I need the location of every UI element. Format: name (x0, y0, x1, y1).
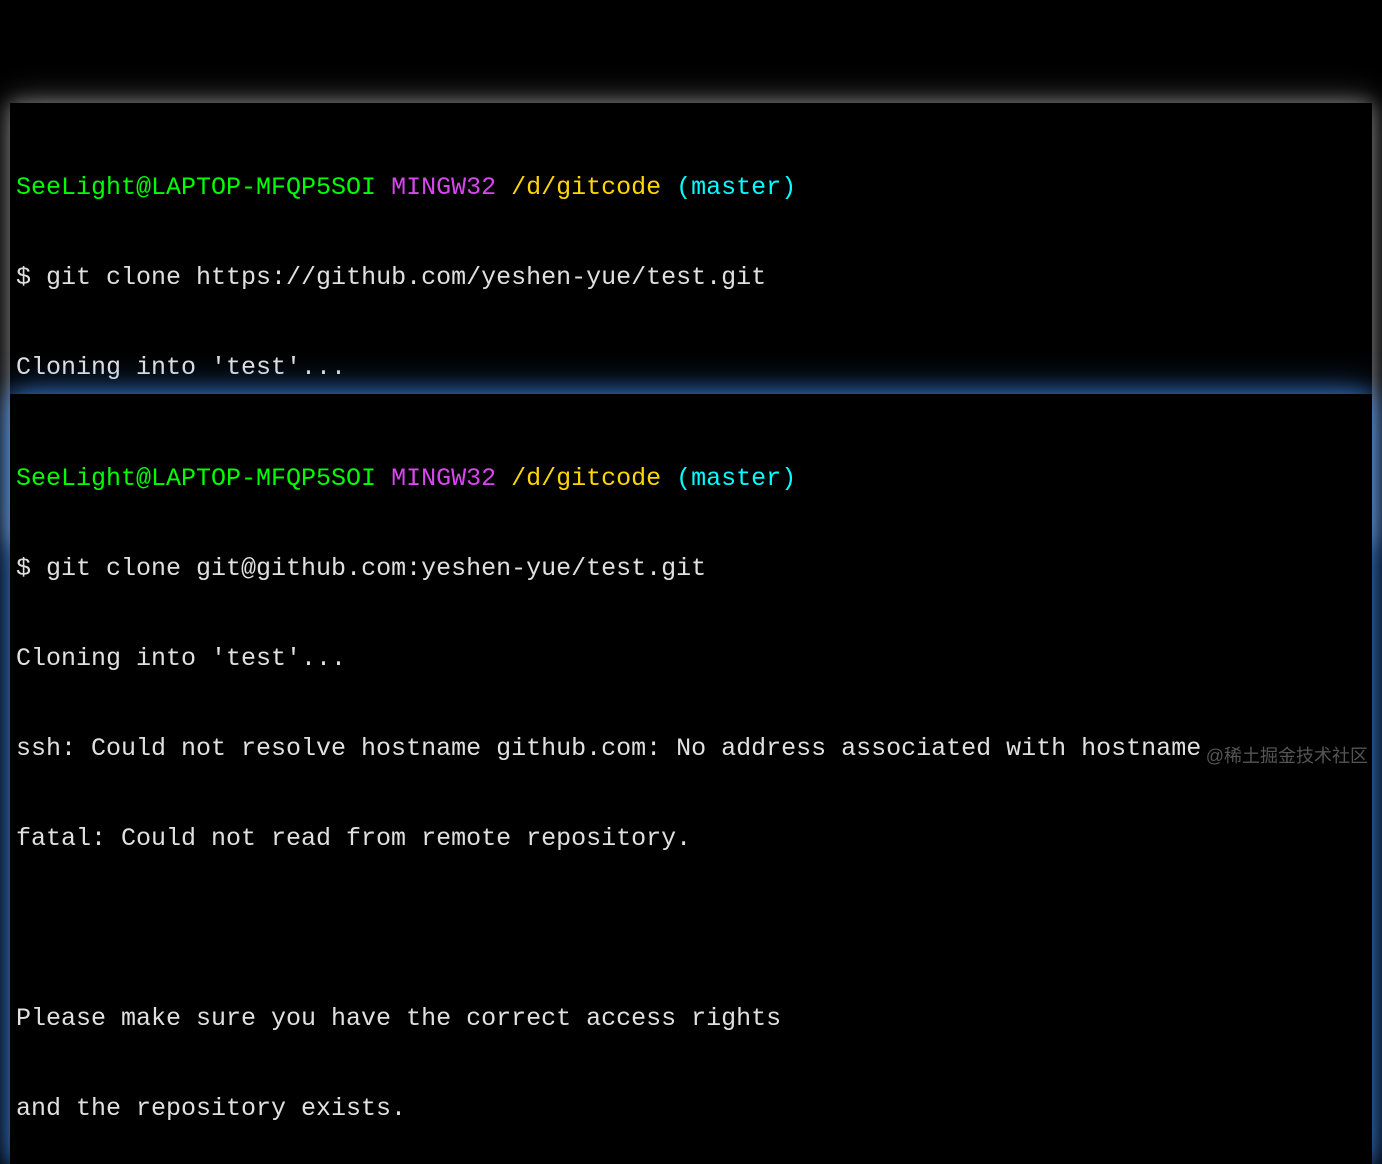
output-line: ssh: Could not resolve hostname github.c… (16, 734, 1366, 764)
prompt-host: MINGW32 (391, 464, 496, 493)
git-command: git clone https://github.com/yeshen-yue/… (46, 263, 766, 292)
prompt-line: SeeLight@LAPTOP-MFQP5SOI MINGW32 /d/gitc… (16, 464, 1366, 494)
output-line: Cloning into 'test'... (16, 353, 1366, 383)
command-line: $ git clone git@github.com:yeshen-yue/te… (16, 554, 1366, 584)
prompt-branch: (master) (676, 464, 796, 493)
prompt-path: /d/gitcode (511, 173, 661, 202)
prompt-symbol: $ (16, 263, 46, 292)
command-line: $ git clone https://github.com/yeshen-yu… (16, 263, 1366, 293)
prompt-path: /d/gitcode (511, 464, 661, 493)
prompt-host: MINGW32 (391, 173, 496, 202)
terminal-window-2[interactable]: SeeLight@LAPTOP-MFQP5SOI MINGW32 /d/gitc… (10, 394, 1372, 1164)
output-line: and the repository exists. (16, 1094, 1366, 1124)
prompt-user: SeeLight@LAPTOP-MFQP5SOI (16, 464, 376, 493)
git-command: git clone git@github.com:yeshen-yue/test… (46, 554, 706, 583)
output-line: Please make sure you have the correct ac… (16, 1004, 1366, 1034)
output-line: Cloning into 'test'... (16, 644, 1366, 674)
prompt-line: SeeLight@LAPTOP-MFQP5SOI MINGW32 /d/gitc… (16, 173, 1366, 203)
output-line: fatal: Could not read from remote reposi… (16, 824, 1366, 854)
watermark-text: @稀土掘金技术社区 (1206, 742, 1368, 768)
prompt-branch: (master) (676, 173, 796, 202)
prompt-symbol: $ (16, 554, 46, 583)
prompt-user: SeeLight@LAPTOP-MFQP5SOI (16, 173, 376, 202)
output-line (16, 914, 1366, 944)
